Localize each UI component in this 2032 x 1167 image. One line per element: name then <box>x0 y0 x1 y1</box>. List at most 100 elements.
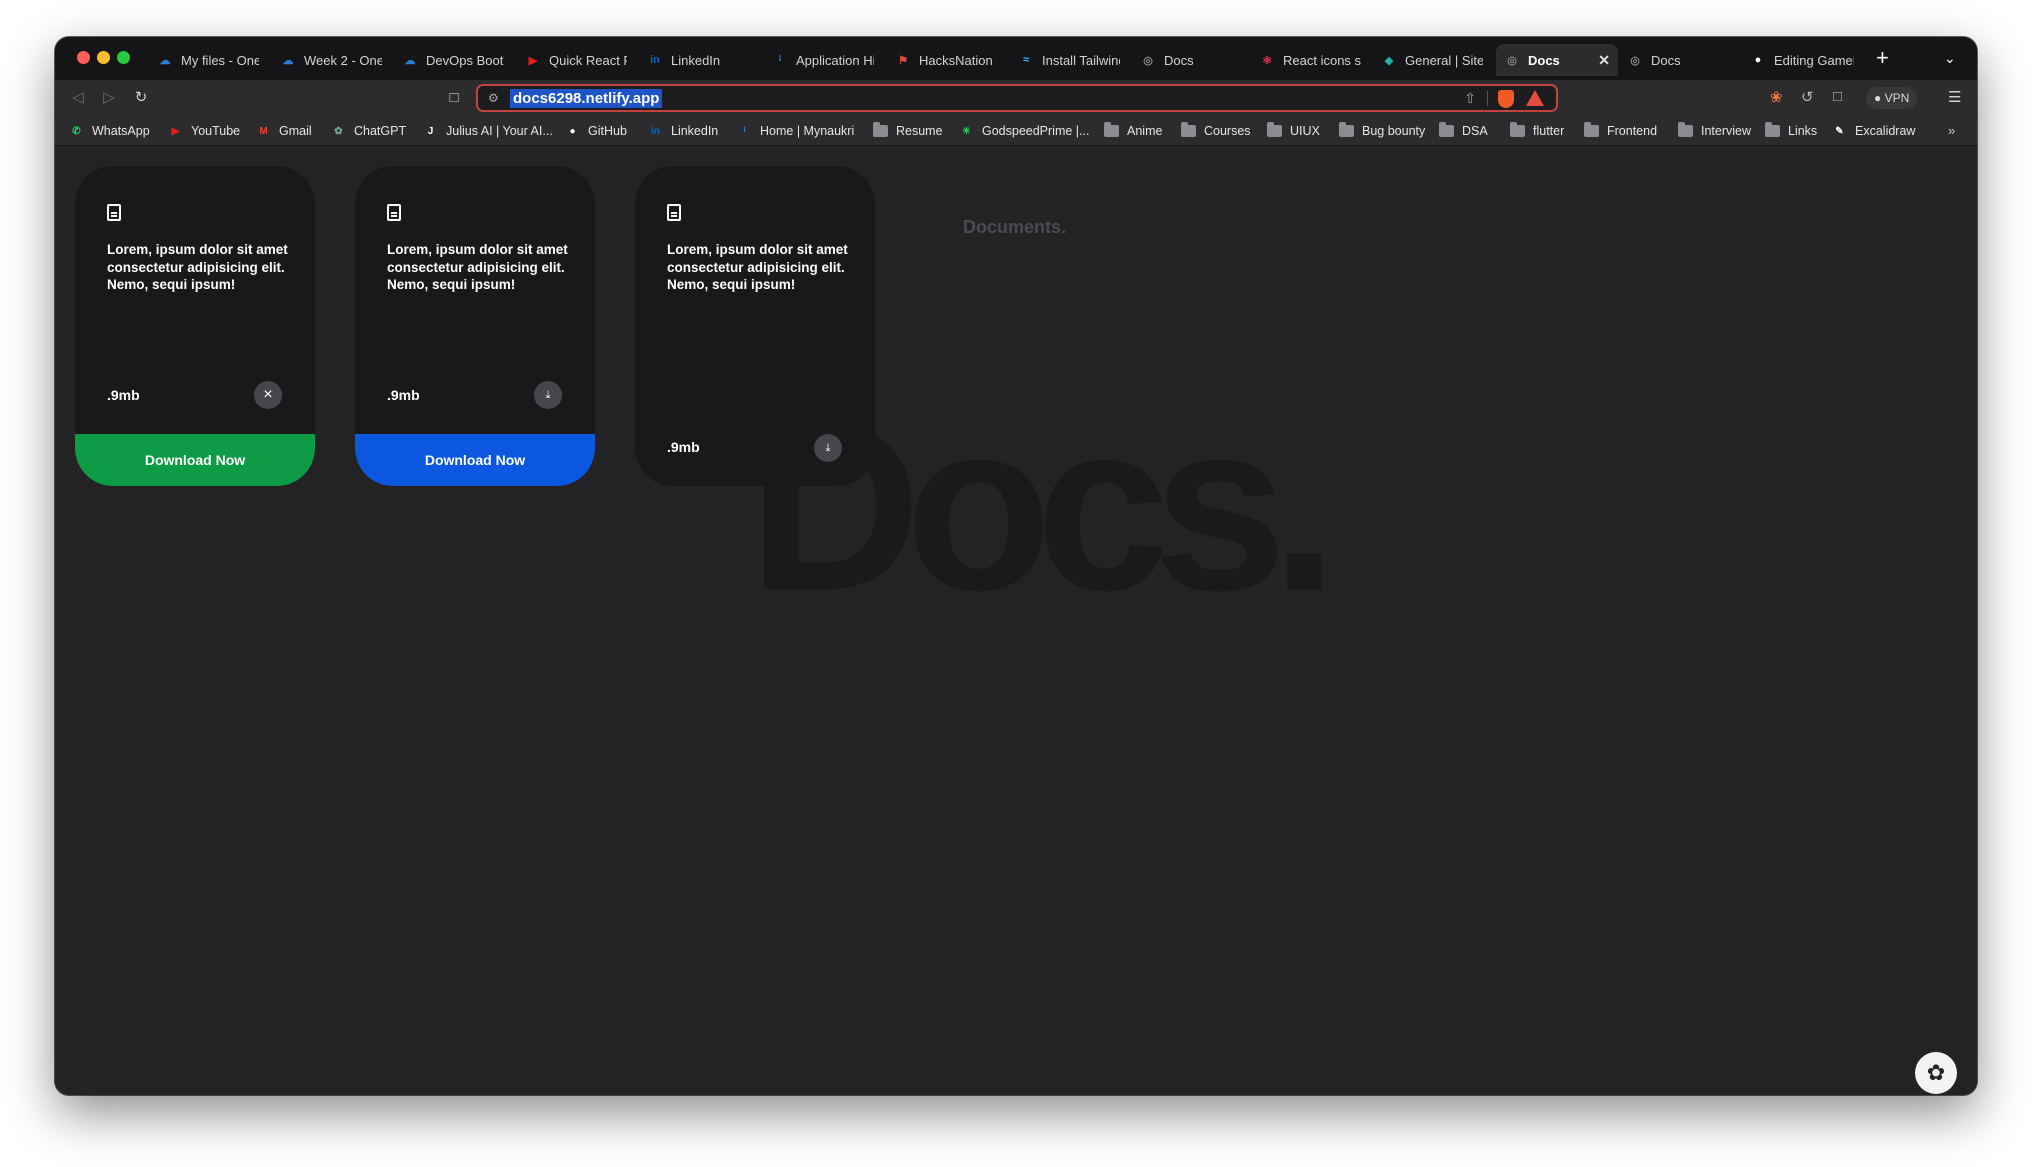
bookmark-folder[interactable]: UIUX <box>1267 122 1320 140</box>
youtube-icon: ▶ <box>171 125 180 137</box>
sidebar-icon[interactable]: □ <box>1833 88 1842 105</box>
bookmark-label: Excalidraw <box>1855 124 1916 138</box>
close-icon[interactable]: × <box>254 381 282 409</box>
browser-tab[interactable]: ☁ DevOps Bootca <box>394 44 512 76</box>
browser-tab[interactable]: ⚛ React icons se <box>1251 44 1369 76</box>
browser-tab[interactable]: in LinkedIn <box>639 44 757 76</box>
bookmark-item[interactable]: ✳ GodspeedPrime |... <box>959 122 1089 140</box>
folder-icon <box>1584 122 1599 137</box>
onedrive-icon: ☁ <box>282 54 294 67</box>
bookmark-item[interactable]: ✿ ChatGPT <box>331 122 406 140</box>
bookmark-item[interactable]: ● GitHub <box>565 122 627 140</box>
browser-tab[interactable]: ▶ Quick React Pr <box>517 44 635 76</box>
bookmark-folder[interactable]: Bug bounty <box>1339 122 1425 140</box>
chatgpt-icon: ✿ <box>334 125 343 137</box>
globe-icon: ◎ <box>1507 54 1517 67</box>
file-size: .9mb <box>107 387 140 403</box>
browser-tab[interactable]: ● Editing GameF <box>1742 44 1862 76</box>
browser-tab[interactable]: ☁ My files - OneD <box>149 44 267 76</box>
document-card: Lorem, ipsum dolor sit amet consectetur … <box>75 166 315 486</box>
bookmark-item[interactable]: ✎ Excalidraw <box>1832 122 1915 140</box>
document-card: Lorem, ipsum dolor sit amet consectetur … <box>355 166 595 486</box>
bookmark-folder[interactable]: DSA <box>1439 122 1488 140</box>
bookmark-label: UIUX <box>1290 124 1320 138</box>
address-bar[interactable]: ⚙ docs6298.netlify.app ⇧ <box>476 84 1558 112</box>
back-button[interactable]: ◁ <box>67 87 89 109</box>
bookmark-label: Frontend <box>1607 124 1658 138</box>
extensions-icon[interactable]: ↺ <box>1801 88 1814 106</box>
globe-icon: ◎ <box>1630 54 1640 67</box>
julius-icon: J <box>427 125 434 137</box>
browser-window: ☁ My files - OneD ☁ Week 2 - OneD ☁ DevOps Bo… <box>55 37 1977 1095</box>
maximize-window-button[interactable] <box>117 51 130 64</box>
document-icon <box>387 204 401 221</box>
close-tab-icon[interactable]: ✕ <box>1598 52 1610 69</box>
tab-title: My files - OneD <box>181 52 259 68</box>
forward-button[interactable]: ▷ <box>98 87 120 109</box>
bookmark-item[interactable]: ᛍ Home | Mynaukri <box>737 122 855 140</box>
minimize-window-button[interactable] <box>97 51 110 64</box>
folder-icon <box>1267 122 1282 137</box>
vpn-button[interactable]: ● VPN <box>1866 87 1918 109</box>
address-divider <box>1487 91 1488 106</box>
browser-tab[interactable]: ◆ General | Site c <box>1373 44 1491 76</box>
github-icon: ● <box>569 125 576 137</box>
download-now-button[interactable]: Download Now <box>355 434 595 486</box>
new-tab-button[interactable]: + <box>1876 47 1889 69</box>
browser-tab[interactable]: ◎ Docs <box>1619 44 1737 76</box>
page-content: Docs. Documents. Lorem, ipsum dolor sit … <box>55 146 1977 1095</box>
brave-rewards-icon[interactable] <box>1526 90 1544 106</box>
brave-shields-icon[interactable] <box>1498 90 1514 108</box>
browser-tab[interactable]: ≈ Install Tailwind <box>1010 44 1128 76</box>
bookmark-page-button[interactable]: □ <box>443 87 465 109</box>
reload-button[interactable]: ↻ <box>130 87 152 109</box>
browser-tab[interactable]: ☁ Week 2 - OneD <box>272 44 390 76</box>
bookmark-label: Gmail <box>279 124 312 138</box>
bookmark-folder[interactable]: Frontend <box>1584 122 1657 140</box>
tab-list-chevron-icon[interactable]: ⌄ <box>1944 50 1956 67</box>
bookmark-item[interactable]: ✆ WhatsApp <box>69 122 149 140</box>
folder-icon <box>1339 122 1354 137</box>
file-size: .9mb <box>387 387 420 403</box>
bookmark-label: Anime <box>1127 124 1163 138</box>
brave-wallet-icon[interactable]: ❀ <box>1770 88 1783 106</box>
hacksnation-icon: ⚑ <box>898 54 908 67</box>
netlify-icon: ◆ <box>1384 54 1394 67</box>
url-text[interactable]: docs6298.netlify.app <box>510 89 663 108</box>
bookmarks-bar: ✆ WhatsApp ▶ YouTube M Gmail ✿ ChatGPT J Julius A… <box>55 116 1977 146</box>
menu-icon[interactable]: ☰ <box>1948 88 1961 106</box>
folder-icon <box>1181 122 1196 137</box>
download-icon[interactable]: ⤓ <box>814 434 842 462</box>
vpn-label: VPN <box>1884 91 1910 105</box>
bookmark-folder[interactable]: Courses <box>1181 122 1251 140</box>
site-settings-icon[interactable]: ⚙ <box>488 91 499 105</box>
bookmark-folder[interactable]: Links <box>1765 122 1817 140</box>
bookmark-item[interactable]: J Julius AI | Your AI... <box>423 122 553 140</box>
globe-icon: ◎ <box>1143 54 1153 67</box>
close-window-button[interactable] <box>77 51 90 64</box>
bookmark-folder[interactable]: Resume <box>873 122 943 140</box>
document-icon <box>107 204 121 221</box>
tab-title: DevOps Bootca <box>426 52 504 68</box>
bookmark-item[interactable]: in LinkedIn <box>648 122 718 140</box>
browser-tab[interactable]: ◎ Docs ✕ <box>1496 44 1618 76</box>
bookmark-item[interactable]: ▶ YouTube <box>168 122 240 140</box>
bookmark-folder[interactable]: flutter <box>1510 122 1564 140</box>
bookmark-label: Bug bounty <box>1362 124 1426 138</box>
more-bookmarks-icon[interactable]: » <box>1948 123 1955 138</box>
tab-title: Docs <box>1528 52 1560 68</box>
browser-tab[interactable]: ⚑ HacksNation - <box>887 44 1005 76</box>
bookmark-folder[interactable]: Interview <box>1678 122 1751 140</box>
chatgpt-assistant-icon[interactable]: ✿ <box>1915 1052 1957 1094</box>
bookmark-label: GitHub <box>588 124 627 138</box>
bookmark-item[interactable]: M Gmail <box>256 122 312 140</box>
bookmark-folder[interactable]: Anime <box>1104 122 1162 140</box>
excalidraw-icon: ✎ <box>1835 125 1844 137</box>
bookmark-label: flutter <box>1533 124 1565 138</box>
browser-tab[interactable]: ᛍ Application His <box>764 44 882 76</box>
documents-caption: Documents. <box>963 217 1067 237</box>
browser-tab[interactable]: ◎ Docs <box>1132 44 1244 76</box>
download-icon[interactable]: ⤓ <box>534 381 562 409</box>
download-now-button[interactable]: Download Now <box>75 434 315 486</box>
share-icon[interactable]: ⇧ <box>1464 90 1476 107</box>
